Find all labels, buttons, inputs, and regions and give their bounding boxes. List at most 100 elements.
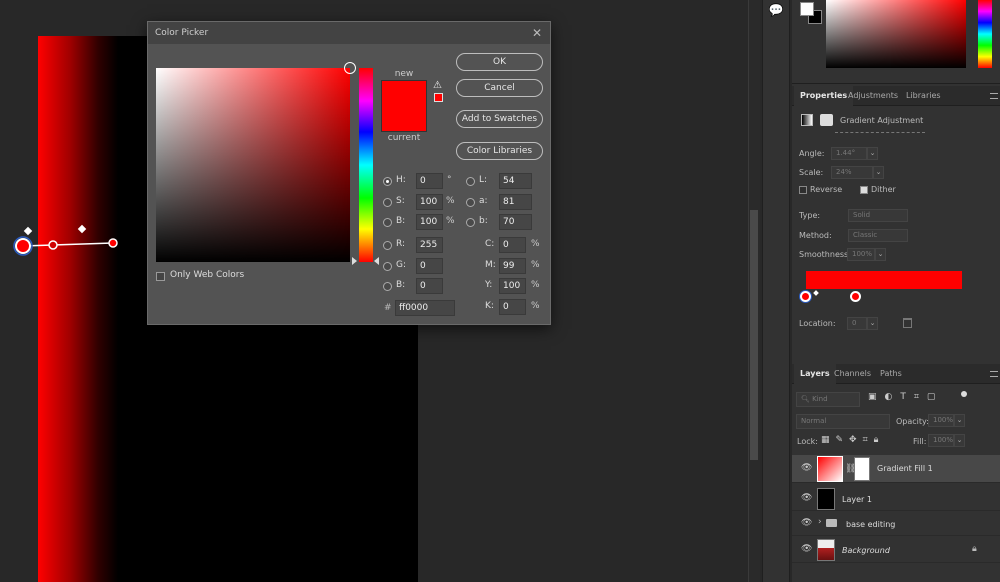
gradient-color-stop[interactable] <box>850 291 861 302</box>
a-channel-field[interactable]: 81 <box>499 194 532 210</box>
type-label: Type: <box>799 211 821 220</box>
location-field[interactable]: 0 <box>847 317 867 330</box>
layer-filter-kind[interactable]: 🔍︎ Kind <box>796 392 860 407</box>
foreground-color-swatch[interactable] <box>800 2 814 16</box>
lock-icons[interactable]: ▦✎✥⌗🔒︎ <box>821 435 884 445</box>
saturation-brightness-field[interactable] <box>156 68 350 262</box>
scrollbar-thumb[interactable] <box>750 210 758 460</box>
hue-slider-handle-right[interactable] <box>374 257 379 265</box>
tab-libraries[interactable]: Libraries <box>900 86 947 106</box>
layer-filter-icons[interactable]: ▣◐T⌗▢ <box>868 392 943 402</box>
blend-mode-dropdown[interactable]: Normal <box>796 414 890 429</box>
hue-radio[interactable] <box>383 177 392 186</box>
hue-field[interactable]: 0 <box>416 173 443 189</box>
scale-field[interactable]: 24% <box>831 166 873 179</box>
hue-slider-handle-left[interactable] <box>352 257 357 265</box>
blue-radio[interactable] <box>383 282 392 291</box>
type-dropdown[interactable]: Solid <box>848 209 908 222</box>
saturation-field[interactable]: 100 <box>416 194 443 210</box>
dialog-title: Color Picker <box>148 22 550 44</box>
green-field[interactable]: 0 <box>416 258 443 274</box>
properties-tabs: Properties Adjustments Libraries <box>792 86 1000 106</box>
color-panel-hue-slider[interactable] <box>978 0 992 68</box>
gradient-start-stop[interactable] <box>15 238 31 254</box>
tab-paths[interactable]: Paths <box>874 364 908 384</box>
lightness-radio[interactable] <box>466 177 475 186</box>
only-web-colors-checkbox[interactable] <box>156 272 165 281</box>
gradient-midpoint-diamond[interactable] <box>77 224 87 234</box>
layer-name: base editing <box>846 520 896 529</box>
a-channel-radio[interactable] <box>466 198 475 207</box>
brightness-field[interactable]: 100 <box>416 214 443 230</box>
add-to-swatches-button[interactable]: Add to Swatches <box>456 110 543 128</box>
warning-icon[interactable]: ⚠ <box>433 80 442 91</box>
color-panel-field[interactable] <box>826 0 966 68</box>
chevron-down-icon[interactable]: ⌄ <box>873 166 884 179</box>
layer-row-gradient-fill[interactable]: 👁︎ ⛓︎ Gradient Fill 1 <box>792 455 1000 483</box>
ok-button[interactable]: OK <box>456 53 543 71</box>
layer-row-layer-1[interactable]: 👁︎ Layer 1 <box>792 487 1000 511</box>
lightness-field[interactable]: 54 <box>499 173 532 189</box>
red-field[interactable]: 255 <box>416 237 443 253</box>
gradient-end-stop[interactable] <box>108 238 118 248</box>
panel-menu-icon[interactable] <box>990 371 998 377</box>
color-field-marker[interactable] <box>344 62 356 74</box>
method-dropdown[interactable]: Classic <box>848 229 908 242</box>
cancel-button[interactable]: Cancel <box>456 79 543 97</box>
filter-toggle-icon[interactable] <box>961 391 967 397</box>
eye-icon[interactable]: 👁︎ <box>801 463 812 473</box>
comment-icon[interactable]: 💬 <box>766 0 786 20</box>
panel-menu-icon[interactable] <box>990 93 998 99</box>
close-icon[interactable]: ✕ <box>530 22 544 44</box>
hue-label: H: <box>396 175 406 185</box>
dither-checkbox[interactable] <box>860 186 868 194</box>
cyan-field[interactable]: 0 <box>499 237 526 253</box>
chevron-down-icon[interactable]: ⌄ <box>867 147 878 160</box>
yellow-field[interactable]: 100 <box>499 278 526 294</box>
fill-field[interactable]: 100% <box>928 434 954 447</box>
degree-unit: ° <box>447 175 452 185</box>
hex-field[interactable]: ff0000 <box>395 300 455 316</box>
brightness-radio[interactable] <box>383 218 392 227</box>
b-channel-label: b: <box>479 216 488 226</box>
smoothness-field[interactable]: 100% <box>847 248 875 261</box>
eye-icon[interactable]: 👁︎ <box>801 544 812 554</box>
gradient-preview-bar[interactable] <box>806 271 962 289</box>
color-picker-dialog: Color Picker ✕ Only Web Colors new curre… <box>147 21 551 325</box>
layer-row-base-editing[interactable]: 👁︎ › base editing <box>792 512 1000 536</box>
hue-slider[interactable] <box>359 68 373 262</box>
kind-placeholder: Kind <box>812 395 828 403</box>
cyan-label: C: <box>485 239 495 249</box>
eye-icon[interactable]: 👁︎ <box>801 518 812 528</box>
gamut-warning-swatch[interactable] <box>434 93 443 102</box>
chevron-down-icon[interactable]: ⌄ <box>867 317 878 330</box>
eye-icon[interactable]: 👁︎ <box>801 493 812 503</box>
color-libraries-button[interactable]: Color Libraries <box>456 142 543 160</box>
angle-field[interactable]: 1.44° <box>831 147 867 160</box>
black-field[interactable]: 0 <box>499 299 526 315</box>
tab-channels[interactable]: Channels <box>828 364 877 384</box>
b-channel-radio[interactable] <box>466 218 475 227</box>
blue-field[interactable]: 0 <box>416 278 443 294</box>
opacity-field[interactable]: 100% <box>928 414 954 427</box>
tab-adjustments[interactable]: Adjustments <box>842 86 904 106</box>
reverse-checkbox[interactable] <box>799 186 807 194</box>
layer-thumbnail <box>817 456 843 482</box>
layer-name: Layer 1 <box>842 495 872 504</box>
trash-icon[interactable] <box>903 318 912 328</box>
chevron-down-icon[interactable]: ⌄ <box>875 248 886 261</box>
layer-row-background[interactable]: 👁︎ Background 🔒︎ <box>792 537 1000 563</box>
saturation-radio[interactable] <box>383 198 392 207</box>
chevron-down-icon[interactable]: ⌄ <box>954 434 965 447</box>
gradient-midpoint-stop[interactable] <box>48 240 58 250</box>
green-radio[interactable] <box>383 262 392 271</box>
lock-label: Lock: <box>797 437 818 446</box>
chevron-down-icon[interactable]: ⌄ <box>954 414 965 427</box>
magenta-field[interactable]: 99 <box>499 258 526 274</box>
b-channel-field[interactable]: 70 <box>499 214 532 230</box>
red-radio[interactable] <box>383 241 392 250</box>
gradient-midpoint-diamond[interactable] <box>23 226 33 236</box>
gradient-color-stop[interactable] <box>800 291 811 302</box>
lock-icon: 🔒︎ <box>972 544 977 554</box>
chevron-right-icon[interactable]: › <box>818 517 822 527</box>
